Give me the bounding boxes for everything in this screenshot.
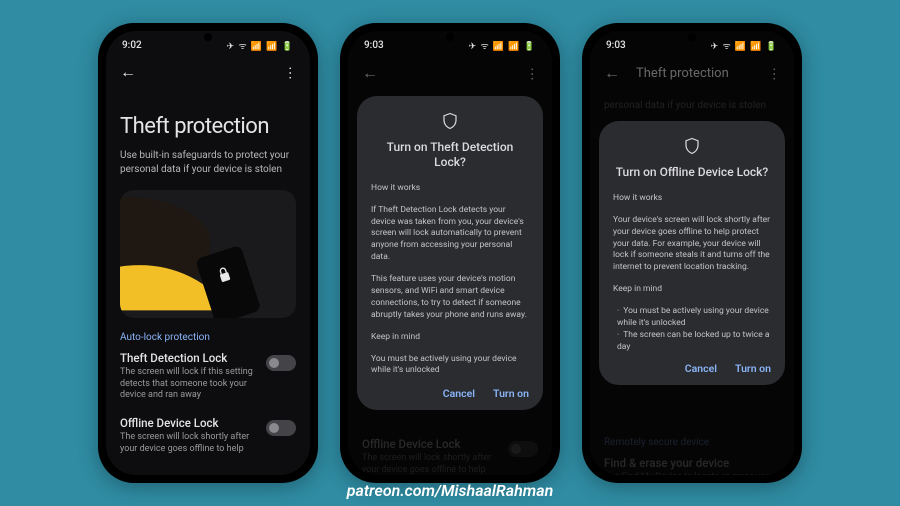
watermark-text: patreon.com/MishaalRahman [347,481,553,500]
setting-desc: The screen will lock if this setting det… [120,367,258,402]
dialog-bullet: The screen can be locked up to twice a d… [617,330,771,354]
phone-1: 9:02 ✈ ᯤ 📶 📶 🔋 ← ⋯ Theft protection Use … [98,23,318,483]
dialog-paragraph: Your device's screen will lock shortly a… [613,215,771,274]
setting-theft-detection[interactable]: Theft Detection Lock The screen will loc… [120,351,296,402]
how-it-works-label: How it works [613,193,771,205]
dialog-title: Turn on Theft Detection Lock? [371,140,529,171]
dialog-bullet: You must be actively using your device w… [371,354,529,378]
how-it-works-label: How it works [371,183,529,195]
setting-desc: The screen will lock shortly after your … [120,432,258,455]
page-subtitle: Use built-in safeguards to protect your … [120,149,296,176]
dialog-body: How it works Your device's screen will l… [613,193,771,354]
camera-hole [688,33,696,41]
app-bar: ← ⋯ [106,56,310,86]
cancel-button[interactable]: Cancel [685,362,717,375]
section-label: Auto-lock protection [120,332,296,343]
screen-2: ← ⋯ Offline Device Lock The screen will … [348,31,552,475]
toggle-theft-detection[interactable] [266,355,296,371]
hero-illustration [120,190,296,318]
dialog-body: How it works If Theft Detection Lock det… [371,183,529,378]
phone-2: ← ⋯ Offline Device Lock The screen will … [340,23,560,483]
dialog-actions: Cancel Turn on [371,387,529,400]
status-icons: ✈ ᯤ 📶 📶 🔋 [711,39,778,52]
setting-offline-lock[interactable]: Offline Device Lock The screen will lock… [120,416,296,455]
phone-3: ← Theft protection ⋯ personal data if yo… [582,23,802,483]
screen-1: 9:02 ✈ ᯤ 📶 📶 🔋 ← ⋯ Theft protection Use … [106,31,310,475]
dialog-actions: Cancel Turn on [613,362,771,375]
status-icons: ✈ ᯤ 📶 📶 🔋 [227,39,294,52]
back-button[interactable]: ← [120,62,136,82]
shield-icon [613,137,771,155]
toggle-offline-lock[interactable] [266,420,296,436]
setting-title: Offline Device Lock [120,416,258,430]
status-icons: ✈ ᯤ 📶 📶 🔋 [469,39,536,52]
screen-3: ← Theft protection ⋯ personal data if yo… [590,31,794,475]
confirm-button[interactable]: Turn on [735,362,771,375]
more-button[interactable]: ⋯ [282,66,298,78]
camera-hole [446,33,454,41]
confirm-button[interactable]: Turn on [493,387,529,400]
dialog-scrim[interactable]: Turn on Theft Detection Lock? How it wor… [348,31,552,475]
content-area: Theft protection Use built-in safeguards… [106,86,310,469]
dialog-title: Turn on Offline Device Lock? [613,165,771,181]
clock: 9:03 [606,40,626,51]
dialog-paragraph: If Theft Detection Lock detects your dev… [371,205,529,264]
shield-icon [371,112,529,130]
page-title: Theft protection [120,114,296,139]
cancel-button[interactable]: Cancel [443,387,475,400]
camera-hole [204,33,212,41]
clock: 9:03 [364,40,384,51]
keep-in-mind-label: Keep in mind [613,284,771,296]
setting-title: Theft Detection Lock [120,351,258,365]
dialog-scrim[interactable]: Turn on Offline Device Lock? How it work… [590,31,794,475]
dialog-paragraph: This feature uses your device's motion s… [371,274,529,322]
dialog-bullet: You must be actively using your device w… [617,306,771,330]
dialog-theft-detection: Turn on Theft Detection Lock? How it wor… [357,96,543,411]
clock: 9:02 [122,40,142,51]
keep-in-mind-label: Keep in mind [371,332,529,344]
dialog-offline-lock: Turn on Offline Device Lock? How it work… [599,121,785,384]
